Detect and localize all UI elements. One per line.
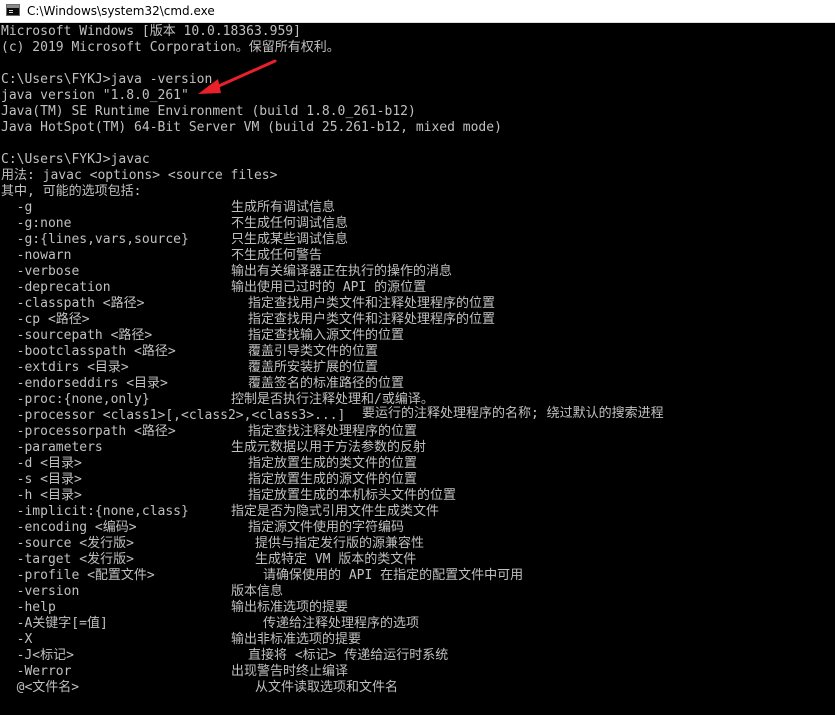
option-description: 覆盖所安装扩展的位置 [248, 360, 379, 375]
option-description: 覆盖引导类文件的位置 [248, 344, 379, 359]
option-flag: -s <目录> [1, 472, 82, 487]
option-description: 指定放置生成的源文件的位置 [248, 472, 418, 487]
window-titlebar[interactable]: C:\Windows\system32\cmd.exe [0, 0, 835, 23]
option-description: 指定是否为隐式引用文件生成类文件 [231, 504, 440, 519]
console-line-javac-cmd: C:\Users\FYKJ>javac [1, 152, 150, 167]
console-line-copyright: (c) 2019 Microsoft Corporation。保留所有权利。 [1, 40, 340, 55]
console-line-runtime-env: Java(TM) SE Runtime Environment (build 1… [1, 104, 416, 119]
option-description: 指定查找用户类文件和注释处理程序的位置 [248, 312, 496, 327]
option-description: 直接将 <标记> 传递给运行时系统 [248, 648, 449, 663]
option-description: 输出非标准选项的提要 [231, 632, 362, 647]
option-flag: -help [1, 600, 56, 615]
window-title: C:\Windows\system32\cmd.exe [27, 4, 215, 18]
option-flag: -cp <路径> [1, 312, 90, 327]
option-description: 出现警告时终止编译 [231, 664, 349, 679]
console-output[interactable]: Microsoft Windows [版本 10.0.18363.959] (c… [0, 23, 835, 715]
option-description: 生成元数据以用于方法参数的反射 [231, 440, 427, 455]
option-description: 指定放置生成的类文件的位置 [248, 456, 418, 471]
option-description: 指定源文件使用的字符编码 [248, 520, 405, 535]
option-flag: -nowarn [1, 248, 72, 263]
option-flag: -version [1, 584, 80, 599]
option-description: 只生成某些调试信息 [231, 232, 349, 247]
option-flag: -proc:{none,only} [1, 392, 150, 407]
option-flag: -target <发行版> [1, 552, 134, 567]
option-flag: @<文件名> [1, 680, 80, 695]
option-flag: -Werror [1, 664, 72, 679]
console-line-os-version: Microsoft Windows [版本 10.0.18363.959] [1, 24, 301, 39]
console-line-java-version-cmd: C:\Users\FYKJ>java -version [1, 72, 213, 87]
option-flag: -J<标记> [1, 648, 74, 663]
option-flag: -g:none [1, 216, 72, 231]
option-flag: -encoding <编码> [1, 520, 137, 535]
option-description: 输出标准选项的提要 [231, 600, 349, 615]
console-line-hotspot-vm: Java HotSpot(TM) 64-Bit Server VM (build… [1, 120, 502, 135]
option-flag: -A关键字[=值] [1, 616, 108, 631]
option-description: 从文件读取选项和文件名 [255, 680, 399, 695]
option-flag: -deprecation [1, 280, 111, 295]
option-description: 传递给注释处理程序的选项 [263, 616, 420, 631]
option-flag: -parameters [1, 440, 103, 455]
option-description: 指定放置生成的本机标头文件的位置 [248, 488, 457, 503]
option-flag: -g:{lines,vars,source} [1, 232, 189, 247]
option-flag: -sourcepath <路径> [1, 328, 153, 343]
option-description: 生成所有调试信息 [231, 200, 336, 215]
option-description: 提供与指定发行版的源兼容性 [255, 536, 425, 551]
option-flag: -verbose [1, 264, 80, 279]
option-description: 要运行的注释处理程序的名称; 绕过默认的搜索进程 [362, 406, 664, 421]
option-flag: -classpath <路径> [1, 296, 145, 311]
option-flag: -X [1, 632, 33, 647]
console-line-javac-usage: 用法: javac <options> <source files> [1, 168, 278, 183]
option-description: 输出有关编译器正在执行的操作的消息 [231, 264, 453, 279]
option-description: 覆盖签名的标准路径的位置 [248, 376, 405, 391]
option-flag: -h <目录> [1, 488, 82, 503]
option-description: 请确保使用的 API 在指定的配置文件中可用 [263, 568, 524, 583]
option-description: 版本信息 [231, 584, 284, 599]
option-flag: -g [1, 200, 33, 215]
option-flag: -source <发行版> [1, 536, 134, 551]
cmd-icon [6, 4, 20, 16]
option-description: 生成特定 VM 版本的类文件 [255, 552, 417, 567]
option-flag: -implicit:{none,class} [1, 504, 189, 519]
option-flag: -profile <配置文件> [1, 568, 155, 583]
option-flag: -d <目录> [1, 456, 82, 471]
option-flag: -processor <class1>[,<class2>,<class3>..… [1, 408, 346, 423]
option-description: 不生成任何调试信息 [231, 216, 349, 231]
option-flag: -endorseddirs <目录> [1, 376, 168, 391]
option-description: 指定查找输入源文件的位置 [248, 328, 405, 343]
option-flag: -processorpath <路径> [1, 424, 176, 439]
option-description: 输出使用已过时的 API 的源位置 [231, 280, 427, 295]
java-version-line: java version "1.8.0_261" [1, 88, 189, 103]
option-flag: -extdirs <目录> [1, 360, 129, 375]
option-description: 指定查找注释处理程序的位置 [248, 424, 418, 439]
option-flag: -bootclasspath <路径> [1, 344, 176, 359]
option-description: 不生成任何警告 [231, 248, 323, 263]
console-line-options-intro: 其中, 可能的选项包括: [1, 184, 142, 199]
option-description: 指定查找用户类文件和注释处理程序的位置 [248, 296, 496, 311]
